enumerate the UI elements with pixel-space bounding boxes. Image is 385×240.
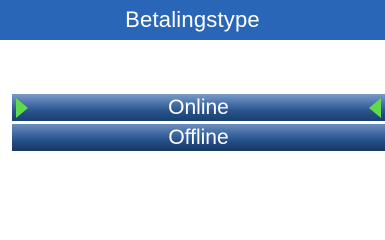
menu-item-online[interactable]: Online [12, 94, 385, 121]
menu-item-offline[interactable]: Offline [12, 124, 385, 151]
title-bar: Betalingstype [0, 0, 385, 40]
payment-type-menu: Online Offline [12, 94, 385, 154]
selection-arrow-left-icon [369, 97, 381, 118]
selection-arrow-right-icon [16, 97, 28, 118]
payment-type-screen: Betalingstype Online Offline [0, 0, 385, 240]
menu-item-label: Offline [168, 125, 229, 149]
menu-item-label: Online [168, 95, 229, 119]
page-title: Betalingstype [125, 7, 260, 32]
